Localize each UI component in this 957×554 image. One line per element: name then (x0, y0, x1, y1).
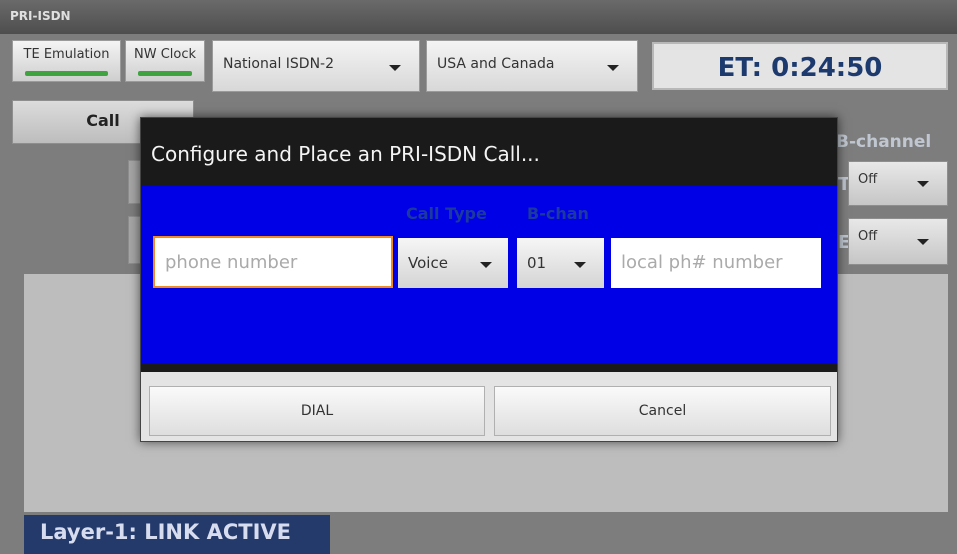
te-emulation-label: TE Emulation (23, 47, 110, 62)
app-titlebar: PRI-ISDN (0, 0, 957, 34)
link-status-text: Layer-1: LINK ACTIVE (40, 520, 291, 544)
protocol-value: National ISDN-2 (223, 56, 335, 72)
te-emulation-toggle[interactable]: TE Emulation (12, 40, 121, 82)
chevron-down-icon (480, 262, 492, 268)
call-type-label: Call Type (406, 204, 487, 223)
bchan-select[interactable]: 01 (517, 238, 604, 288)
link-status: Layer-1: LINK ACTIVE (24, 515, 330, 554)
protocol-select[interactable]: National ISDN-2 (212, 40, 420, 92)
call-button-label: Call (86, 111, 120, 130)
local-number-placeholder: local ph# number (621, 252, 783, 273)
bchannel-value: Off (858, 229, 878, 244)
nw-clock-label: NW Clock (133, 47, 197, 62)
bchannel-value: Off (858, 172, 878, 187)
phone-number-placeholder: phone number (165, 252, 298, 273)
bchan-value: 01 (527, 254, 547, 272)
cancel-button-label: Cancel (638, 403, 687, 419)
bchannel-header: B-channel (836, 132, 932, 152)
bchan-label: B-chan (527, 204, 589, 223)
cancel-button[interactable]: Cancel (494, 386, 831, 436)
te-emulation-indicator (25, 71, 108, 76)
app-title: PRI-ISDN (10, 9, 71, 23)
bchannel-select[interactable]: Off (848, 218, 948, 265)
chevron-down-icon (917, 181, 929, 187)
chevron-down-icon (607, 65, 619, 71)
chevron-down-icon (574, 262, 586, 268)
call-type-select[interactable]: Voice (398, 238, 508, 288)
nw-clock-indicator (138, 71, 192, 76)
chevron-down-icon (917, 239, 929, 245)
dial-button[interactable]: DIAL (149, 386, 485, 436)
chevron-down-icon (389, 65, 401, 71)
dialog-button-bar: DIAL Cancel (141, 372, 837, 441)
dialog-title: Configure and Place an PRI-ISDN Call... (151, 142, 540, 166)
bchannel-select[interactable]: Off (848, 161, 948, 206)
place-call-dialog: Configure and Place an PRI-ISDN Call... … (140, 117, 838, 442)
elapsed-time-value: ET: 0:24:50 (717, 53, 883, 83)
elapsed-time-display: ET: 0:24:50 (652, 42, 948, 90)
dialog-body: Call Type B-chan phone number Voice 01 l… (141, 186, 837, 364)
call-type-value: Voice (408, 254, 448, 272)
nw-clock-toggle[interactable]: NW Clock (125, 40, 205, 82)
region-value: USA and Canada (437, 56, 555, 72)
phone-number-input[interactable]: phone number (153, 236, 393, 288)
local-number-input[interactable]: local ph# number (611, 238, 821, 288)
dial-button-label: DIAL (300, 403, 334, 419)
region-select[interactable]: USA and Canada (426, 40, 638, 92)
